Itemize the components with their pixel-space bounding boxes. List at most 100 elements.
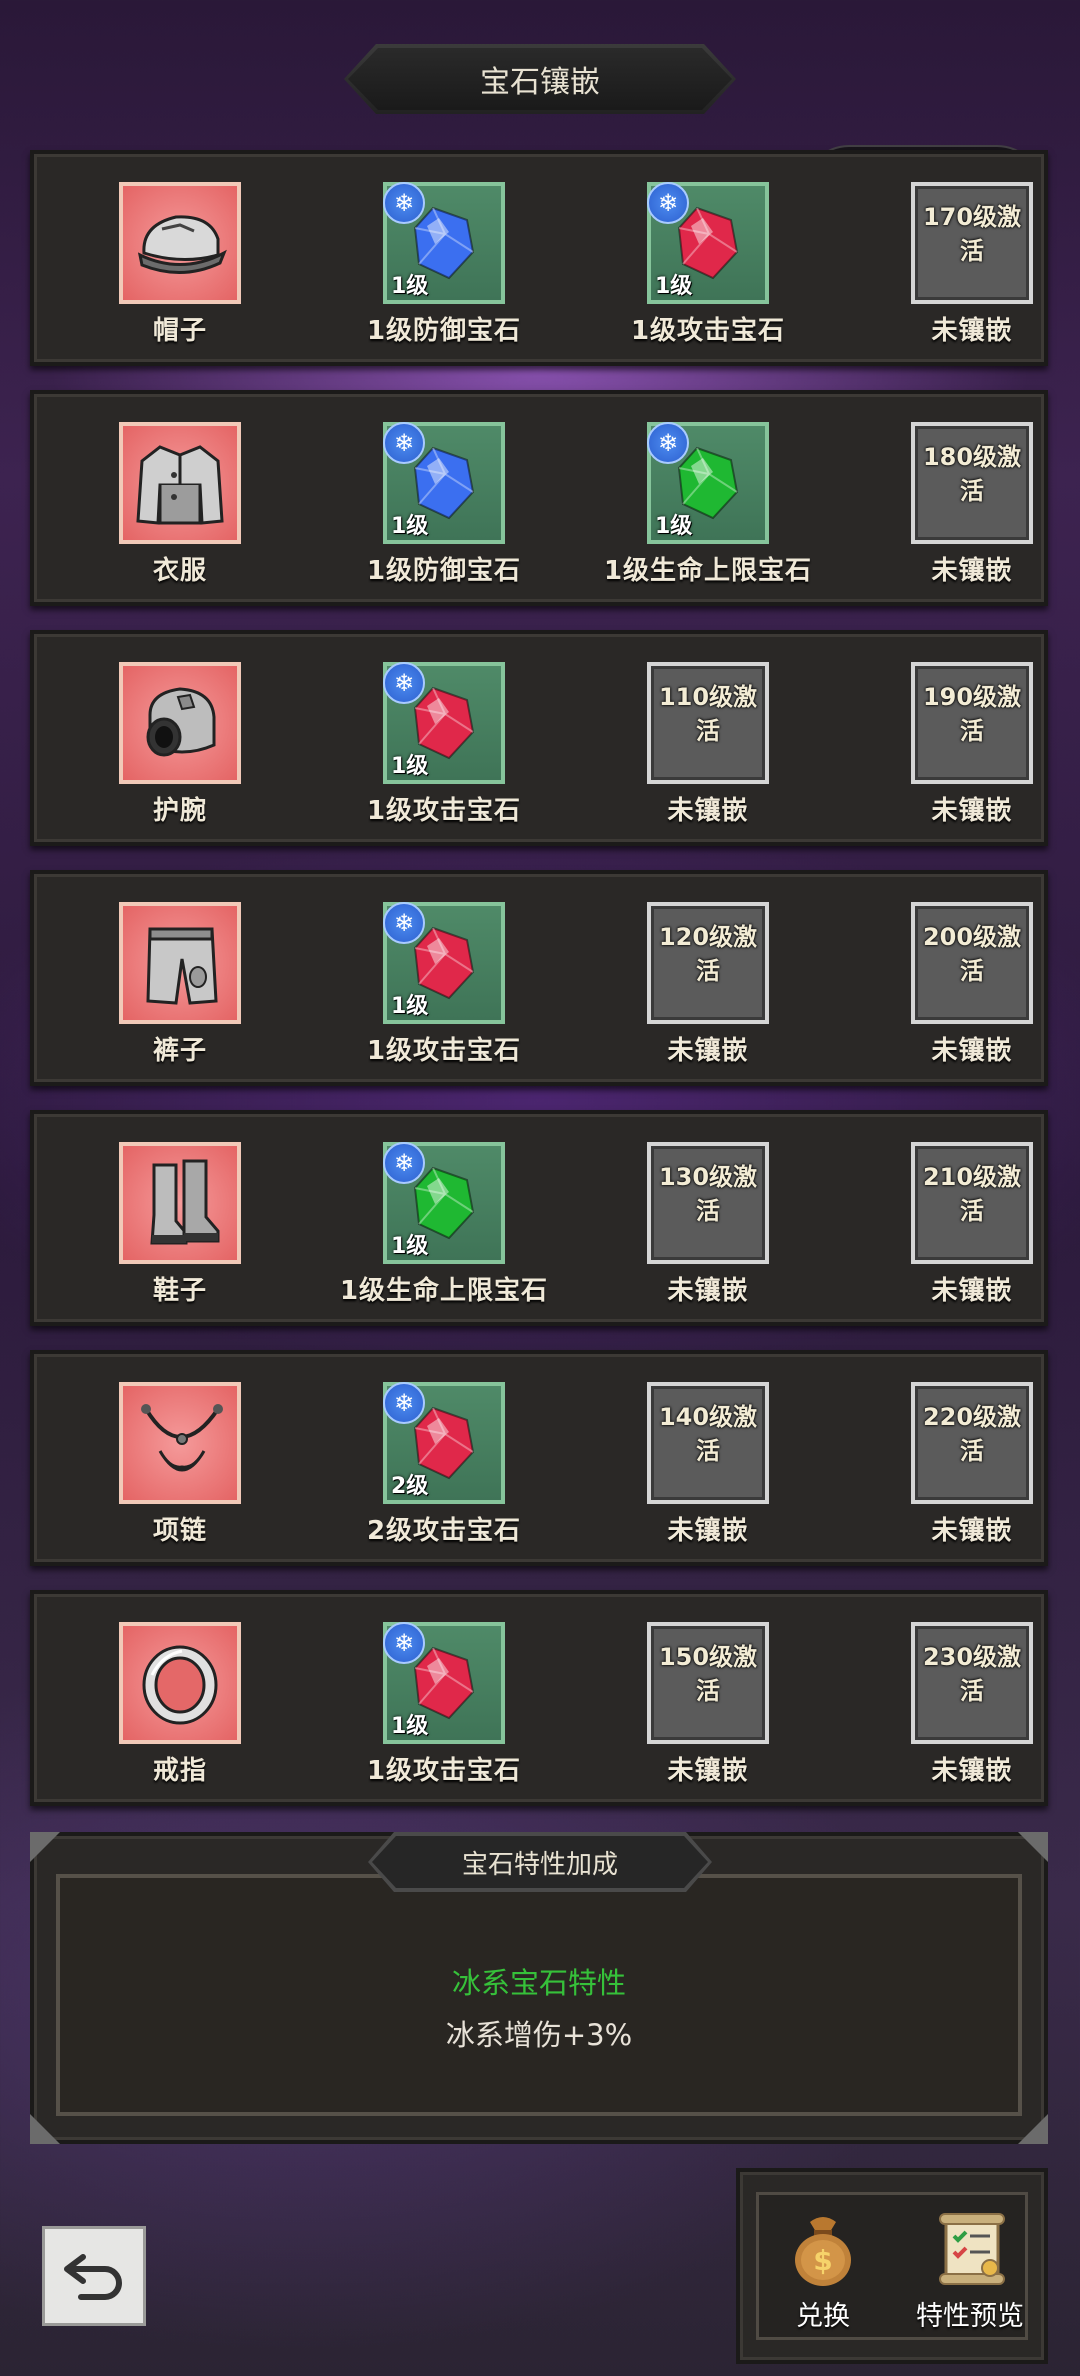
empty-slot-label: 未镶嵌 bbox=[667, 1036, 749, 1066]
gem-cell: ❄ 1级 1级攻击宝石 bbox=[312, 634, 576, 842]
bonus-title-plate: 宝石特性加成 bbox=[368, 1832, 712, 1892]
locked-gem-slot[interactable]: 140级激活 bbox=[647, 1382, 769, 1504]
equipment-slot[interactable] bbox=[119, 1622, 241, 1744]
empty-slot-label: 未镶嵌 bbox=[667, 1516, 749, 1546]
equipment-label: 裤子 bbox=[152, 1036, 207, 1066]
locked-gem-cell: 170级激活未镶嵌 bbox=[840, 154, 1080, 362]
gem-level: 1级 bbox=[391, 1714, 429, 1739]
gem-slot[interactable]: ❄ 1级 bbox=[383, 902, 505, 1024]
empty-slot-label: 未镶嵌 bbox=[667, 1756, 749, 1786]
locked-gem-slot[interactable]: 120级激活 bbox=[647, 902, 769, 1024]
locked-gem-cell: 220级激活 未镶嵌 bbox=[840, 1354, 1080, 1562]
locked-gem-cell: 200级激活 未镶嵌 bbox=[840, 874, 1080, 1082]
gem-cell: ❄ 2级 2级攻击宝石 bbox=[312, 1354, 576, 1562]
gem-label: 1级防御宝石 bbox=[366, 316, 522, 346]
equipment-label: 帽子 bbox=[152, 316, 207, 346]
locked-gem-slot[interactable]: 130级激活 bbox=[647, 1142, 769, 1264]
trait-preview-label: 特性预览 bbox=[916, 2301, 1024, 2332]
equipment-row: 衣服 ❄ 1级 1级防御宝石 ❄ 1级 1级生命上限宝石 180级激活 未镶嵌 bbox=[30, 390, 1048, 606]
gem-slot[interactable]: ❄ 1级 bbox=[647, 182, 769, 304]
gem-level: 1级 bbox=[391, 994, 429, 1019]
locked-gem-slot[interactable]: 190级激活 bbox=[911, 662, 1033, 784]
equipment-slot[interactable] bbox=[119, 1382, 241, 1504]
equipment-cell: 戒指 bbox=[48, 1594, 312, 1802]
gem-label: 1级攻击宝石 bbox=[366, 796, 522, 826]
unlock-level-text: 210级激活 bbox=[922, 1163, 1022, 1225]
gem-slot[interactable]: ❄ 1级 bbox=[383, 1622, 505, 1744]
necklace-icon bbox=[141, 1404, 223, 1472]
gem-level: 1级 bbox=[391, 754, 429, 779]
ice-element-icon: ❄ bbox=[383, 1382, 425, 1424]
ice-element-icon: ❄ bbox=[383, 902, 425, 944]
gem-slot[interactable]: ❄ 1级 bbox=[383, 662, 505, 784]
unlock-level-text: 190级激活 bbox=[922, 683, 1022, 745]
locked-gem-cell: 110级激活 未镶嵌 bbox=[576, 634, 840, 842]
action-panel: $ 兑换 特性预览 bbox=[736, 2168, 1048, 2364]
locked-gem-slot[interactable]: 230级激活 bbox=[911, 1622, 1033, 1744]
locked-gem-slot[interactable]: 220级激活 bbox=[911, 1382, 1033, 1504]
equipment-slot[interactable] bbox=[119, 902, 241, 1024]
empty-slot-label: 未镶嵌 bbox=[931, 556, 1013, 586]
locked-gem-slot[interactable]: 200级激活 bbox=[911, 902, 1033, 1024]
boots-icon bbox=[150, 1159, 220, 1245]
bonus-title: 宝石特性加成 bbox=[461, 1849, 618, 1880]
gem-cell: ❄ 1级 1级防御宝石 bbox=[312, 394, 576, 602]
equipment-slot[interactable] bbox=[119, 422, 241, 544]
empty-slot-label: 未镶嵌 bbox=[931, 316, 1013, 346]
bonus-trait-name: 冰系宝石特性 bbox=[451, 1966, 626, 2000]
equipment-label: 项链 bbox=[152, 1516, 207, 1546]
gem-slot[interactable]: ❄ 1级 bbox=[383, 1142, 505, 1264]
unlock-level-text: 150级激活 bbox=[658, 1643, 758, 1705]
gem-slot[interactable]: ❄ 1级 bbox=[647, 422, 769, 544]
locked-gem-slot[interactable]: 150级激活 bbox=[647, 1622, 769, 1744]
gem-label: 2级攻击宝石 bbox=[366, 1516, 522, 1546]
equipment-row: 戒指 ❄ 1级 1级攻击宝石 150级激活 未镶嵌 230级激活 未镶嵌 bbox=[30, 1590, 1048, 1806]
locked-gem-cell: 190级激活 未镶嵌 bbox=[840, 634, 1080, 842]
money-bag-icon: $ bbox=[795, 2217, 851, 2286]
gem-cell: ❄ 1级 1级生命上限宝石 bbox=[576, 394, 840, 602]
locked-gem-slot[interactable]: 210级激活 bbox=[911, 1142, 1033, 1264]
locked-gem-slot[interactable]: 170级激活 bbox=[911, 182, 1033, 304]
svg-text:$: $ bbox=[813, 2244, 832, 2277]
gem-bonus-content: 冰系宝石特性 冰系增伤+3% bbox=[56, 1874, 1022, 2116]
ice-element-icon: ❄ bbox=[647, 422, 689, 464]
gem-cell: ❄ 1级 1级攻击宝石 bbox=[312, 1594, 576, 1802]
gem-bonus-panel: 冰系宝石特性 冰系增伤+3% 宝石特性加成 bbox=[30, 1832, 1048, 2144]
equipment-slot[interactable] bbox=[119, 182, 241, 304]
bonus-trait-effect: 冰系增伤+3% bbox=[445, 2018, 633, 2052]
gem-level: 1级 bbox=[391, 514, 429, 539]
equipment-cell: 鞋子 bbox=[48, 1114, 312, 1322]
equipment-cell: 项链 bbox=[48, 1354, 312, 1562]
gem-label: 1级生命上限宝石 bbox=[339, 1276, 549, 1306]
locked-gem-cell: 150级激活未镶嵌 bbox=[576, 1594, 840, 1802]
gem-slot[interactable]: ❄ 1级 bbox=[383, 182, 505, 304]
undo-arrow-icon bbox=[64, 2254, 122, 2300]
locked-gem-cell: 210级激活 未镶嵌 bbox=[840, 1114, 1080, 1322]
locked-gem-slot[interactable]: 180级激活 bbox=[911, 422, 1033, 544]
unlock-level-text: 130级激活 bbox=[658, 1163, 758, 1225]
gem-slot[interactable]: ❄ 2级 bbox=[383, 1382, 505, 1504]
gem-level: 1级 bbox=[655, 274, 693, 299]
gem-cell: ❄ 1级 1级防御宝石 bbox=[312, 154, 576, 362]
ice-element-icon: ❄ bbox=[383, 662, 425, 704]
ice-element-icon: ❄ bbox=[383, 1622, 425, 1664]
locked-gem-cell: 130级激活 未镶嵌 bbox=[576, 1114, 840, 1322]
equipment-row: 项链 ❄ 2级 2级攻击宝石 140级激活 未镶嵌 220级激活 未镶嵌 bbox=[30, 1350, 1048, 1566]
equipment-slot[interactable] bbox=[119, 1142, 241, 1264]
unlock-level-text: 110级激活 bbox=[658, 683, 758, 745]
page-title: 宝石镶嵌 bbox=[480, 65, 600, 100]
unlock-level-text: 220级激活 bbox=[922, 1403, 1022, 1465]
back-button[interactable] bbox=[42, 2226, 146, 2326]
equipment-slot[interactable] bbox=[119, 662, 241, 784]
unlock-level-text: 180级激活 bbox=[922, 443, 1022, 505]
locked-gem-cell: 120级激活未镶嵌 bbox=[576, 874, 840, 1082]
pants-icon bbox=[146, 927, 218, 1005]
gem-slot[interactable]: ❄ 1级 bbox=[383, 422, 505, 544]
ice-element-icon: ❄ bbox=[383, 1142, 425, 1184]
equipment-label: 鞋子 bbox=[152, 1276, 207, 1306]
jacket-icon bbox=[136, 445, 224, 525]
gem-level: 2级 bbox=[391, 1474, 429, 1499]
ice-element-icon: ❄ bbox=[383, 182, 425, 224]
gem-label: 1级生命上限宝石 bbox=[603, 556, 813, 586]
locked-gem-slot[interactable]: 110级激活 bbox=[647, 662, 769, 784]
